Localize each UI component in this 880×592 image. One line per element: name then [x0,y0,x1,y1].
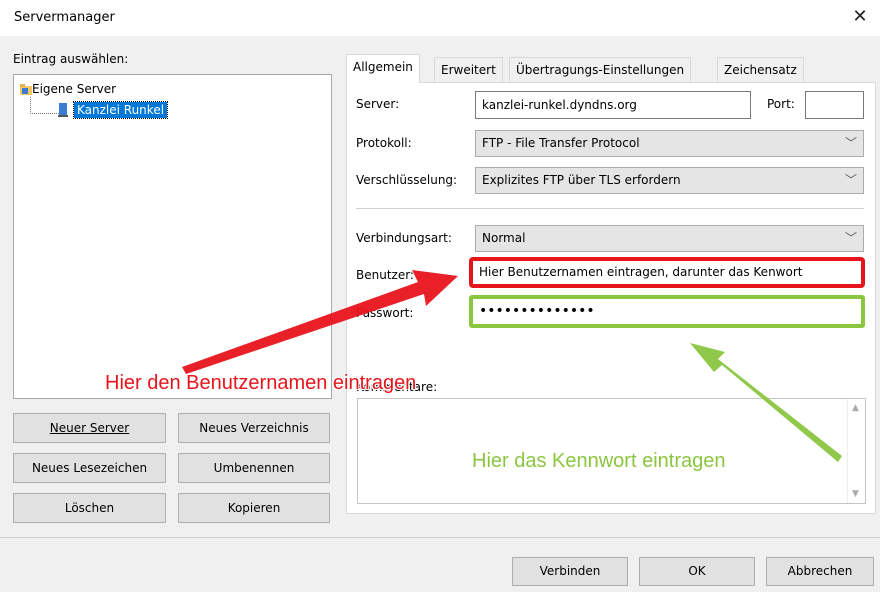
tree-item-kanzlei-runkel[interactable]: Kanzlei Runkel [72,101,169,119]
footer-divider [0,537,880,538]
server-label: Server: [356,97,400,111]
new-folder-button[interactable]: Neues Verzeichnis [178,413,330,443]
close-icon[interactable]: ✕ [848,6,872,30]
protocol-select[interactable]: FTP - File Transfer Protocol ﹀ [475,130,864,157]
title-bar: Servermanager ✕ [0,0,880,36]
entry-select-label: Eintrag auswählen: [13,52,129,66]
server-input[interactable]: kanzlei-runkel.dyndns.org [475,91,751,119]
window-title: Servermanager [14,10,115,25]
chevron-down-icon: ﹀ [844,173,857,187]
protocol-label: Protokoll: [356,136,412,150]
new-server-button[interactable]: Neuer Server [13,413,166,443]
ok-button[interactable]: OK [639,557,755,586]
protocol-value: FTP - File Transfer Protocol [482,136,640,150]
new-bookmark-button[interactable]: Neues Lesezeichen [13,453,166,483]
folder-icon [20,84,32,95]
encryption-value: Explizites FTP über TLS erfordern [482,173,681,187]
user-input[interactable]: Hier Benutzernamen eintragen, darunter d… [469,257,865,288]
tree-item-eigene-server[interactable]: Eigene Server [32,82,116,96]
cancel-button[interactable]: Abbrechen [766,557,874,586]
section-divider [356,208,864,209]
copy-button[interactable]: Kopieren [178,493,330,523]
rename-button[interactable]: Umbenennen [178,453,330,483]
scroll-down-icon[interactable]: ▼ [852,489,859,499]
port-label: Port: [767,97,795,111]
scroll-up-icon[interactable]: ▲ [852,403,859,413]
tab-allgemein[interactable]: Allgemein [346,54,420,83]
tab-zeichensatz[interactable]: Zeichensatz [717,57,804,82]
connection-type-value: Normal [482,231,526,245]
connect-button[interactable]: Verbinden [512,557,628,586]
delete-button[interactable]: Löschen [13,493,166,523]
server-tree[interactable]: Eigene Server Kanzlei Runkel [13,74,332,399]
tree-connector [30,97,61,114]
password-hint-annotation: Hier das Kennwort eintragen [472,450,726,472]
scrollbar[interactable]: ▲ ▼ [847,399,865,503]
username-hint-annotation: Hier den Benutzernamen eintragen [105,372,417,394]
tab-erweitert[interactable]: Erweitert [434,57,503,82]
server-icon [58,103,68,117]
encryption-select[interactable]: Explizites FTP über TLS erfordern ﹀ [475,167,864,194]
connection-type-label: Verbindungsart: [356,231,452,245]
password-input[interactable]: •••••••••••••• [469,295,865,328]
port-input[interactable] [805,91,864,119]
connection-type-select[interactable]: Normal ﹀ [475,225,864,252]
chevron-down-icon: ﹀ [844,231,857,245]
password-label: Passwort: [356,306,414,320]
encryption-label: Verschlüsselung: [356,173,458,187]
tab-uebertragungs-einstellungen[interactable]: Übertragungs-Einstellungen [509,57,692,82]
chevron-down-icon: ﹀ [844,136,857,150]
user-label: Benutzer: [356,268,414,282]
